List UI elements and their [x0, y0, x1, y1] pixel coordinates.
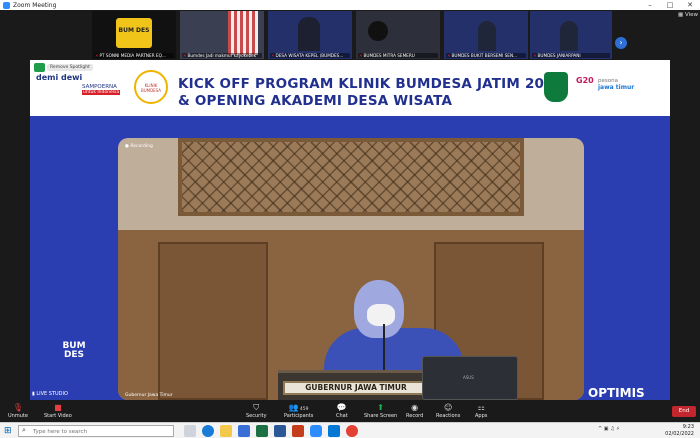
participant-name: BUMDES JANIARPANI [537, 53, 581, 58]
start-video-button[interactable]: ■ Start Video [44, 402, 72, 419]
mic-muted-icon: ✕ [447, 53, 451, 58]
mic-muted-icon: ✕ [359, 53, 363, 58]
search-icon: ⌕ [22, 426, 26, 434]
participant-tile[interactable]: ✕DESA WISATA KEPEL (BUMDES... [268, 11, 352, 59]
live-studio-label: ▮ LIVE STUDIO [32, 391, 68, 397]
video-label: ● Recording [125, 144, 153, 149]
participant-silhouette [478, 21, 496, 51]
store-icon[interactable] [238, 425, 250, 437]
zoom-app-icon [3, 1, 10, 9]
chrome-icon[interactable] [346, 425, 358, 437]
participant-avatar: BUM DES [116, 18, 152, 48]
spotlight-badge[interactable]: Remove Spotlight [34, 63, 93, 72]
laptop: ASUS [422, 356, 518, 400]
participant-tile[interactable]: BUM DES ✕PT SONNI MEDIA PARTNER EQ... [92, 11, 176, 59]
close-button[interactable]: ✕ [680, 1, 700, 9]
bumdes-logo: BUM DES [62, 341, 86, 360]
shield-icon: ⛉ [253, 403, 260, 412]
windows-taskbar: ⊞ ⌕ ^ ▣ ♫ ⚡ 9:23 02/02/2022 [0, 422, 700, 438]
reactions-icon: ☺ [443, 403, 453, 412]
participant-tile[interactable]: ✕BUMDES MITRA SEMERU [356, 11, 440, 59]
video-caption: Gubernur Jawa Timur [125, 393, 173, 398]
word-icon[interactable] [274, 425, 286, 437]
participants-icon: 👥 [288, 403, 299, 412]
participants-count: 459 [299, 407, 309, 412]
taskbar-search[interactable]: ⌕ [18, 425, 174, 437]
participant-strip: BUM DES ✕PT SONNI MEDIA PARTNER EQ... ✕B… [0, 10, 700, 60]
participant-name: PT SONNI MEDIA PARTNER EQ... [99, 53, 166, 58]
participant-tile[interactable]: ✕BUMDES JANIARPANI [530, 11, 612, 59]
mic-muted-icon: 🎙 [12, 403, 24, 412]
participant-tile[interactable]: ✕Bumdes Jadi makmur kayokebek [180, 11, 264, 59]
mic-muted-icon: ✕ [271, 53, 275, 58]
security-button[interactable]: ⛉ Security [246, 402, 267, 419]
wooden-lattice [178, 138, 524, 216]
meeting-toolbar: 🎙 Unmute ■ Start Video ⛉ Security 👥459 Parti… [0, 400, 700, 422]
apps-button[interactable]: ⚏ Apps [475, 402, 487, 419]
participant-name: DESA WISATA KEPEL (BUMDES... [275, 53, 344, 58]
file-explorer-icon[interactable] [220, 425, 232, 437]
participant-name: Bumdes Jadi makmur kayokebek [187, 53, 257, 58]
sampoerna-logo: SAMPOERNA untuk Indonesia [82, 84, 121, 95]
participant-tile[interactable]: ✕BUMDES BUKIT BERSEMI SEN... [444, 11, 528, 59]
jatim-crest-logo [544, 72, 568, 102]
spotlight-icon [34, 63, 45, 72]
zoom-taskbar-icon[interactable] [310, 425, 322, 437]
participant-name: BUMDES BUKIT BERSEMI SEN... [451, 53, 518, 58]
taskbar-clock[interactable]: 9:23 02/02/2022 [665, 424, 694, 437]
chat-button[interactable]: 💬 Chat [336, 402, 348, 419]
participant-silhouette [298, 17, 320, 51]
laptop-brand: ASUS [463, 375, 474, 380]
windows-start-icon[interactable]: ⊞ [4, 426, 14, 436]
powerpoint-icon[interactable] [292, 425, 304, 437]
mic-muted-icon: ✕ [95, 53, 99, 58]
unmute-button[interactable]: 🎙 Unmute [8, 402, 28, 419]
system-tray[interactable]: ^ ▣ ♫ ⚡ [598, 426, 620, 432]
participant-name: BUMDES MITRA SEMERU [363, 53, 415, 58]
video-off-icon: ■ [54, 403, 62, 412]
reactions-button[interactable]: ☺ Reactions [436, 402, 460, 419]
minimize-button[interactable]: – [640, 1, 660, 9]
flag-background [228, 11, 258, 55]
g20-logo: G20 [576, 76, 594, 85]
shared-screen: Remove Spotlight demi dewi SAMPOERNA unt… [30, 60, 670, 400]
klinik-bumdesa-logo: KLINIK BUMDESA [134, 70, 168, 104]
podium-sign: GUBERNUR JAWA TIMUR [283, 381, 429, 395]
excel-icon[interactable] [256, 425, 268, 437]
chat-icon: 💬 [336, 403, 347, 412]
mic-muted-icon: ✕ [533, 53, 537, 58]
participants-button[interactable]: 👥459 Participants [284, 402, 313, 419]
view-button[interactable]: ▦ View [678, 12, 698, 18]
banner-title-line2: & OPENING AKADEMI DESA WISATA [178, 93, 453, 109]
banner-title-line1: KICK OFF PROGRAM KLINIK BUMDESA JATIM 20… [178, 76, 564, 92]
record-button[interactable]: ◉ Record [406, 402, 423, 419]
record-icon: ◉ [411, 403, 419, 412]
window-title: Zoom Meeting [13, 1, 57, 9]
search-input[interactable] [33, 427, 171, 436]
participant-silhouette [560, 21, 578, 51]
event-banner: Remove Spotlight demi dewi SAMPOERNA unt… [30, 60, 670, 116]
speaker-video: ● Recording GUBERNUR JAWA TIMUR ASUS Gub… [118, 138, 584, 400]
wood-panel [158, 242, 268, 400]
edge-icon[interactable] [202, 425, 214, 437]
task-view-icon[interactable] [184, 425, 196, 437]
optimis-text: OPTIMIS [588, 386, 645, 400]
share-screen-button[interactable]: ⬆ Share Screen [364, 402, 397, 419]
mail-icon[interactable] [328, 425, 340, 437]
zoom-window: Zoom Meeting – □ ✕ BUM DES ✕PT SONNI MED… [0, 0, 700, 438]
window-controls: – □ ✕ [640, 1, 700, 9]
mic-muted-icon: ✕ [183, 53, 187, 58]
apps-icon: ⚏ [477, 403, 485, 412]
speaker-mask [367, 304, 395, 326]
clock-date: 02/02/2022 [665, 430, 694, 437]
end-meeting-button[interactable]: End [672, 406, 696, 417]
maximize-button[interactable]: □ [660, 1, 680, 9]
share-screen-icon: ⬆ [377, 403, 384, 412]
pesona-jawa-timur-logo: pesona jawa timur [598, 78, 635, 91]
next-page-arrow-icon[interactable]: › [615, 37, 627, 49]
title-bar: Zoom Meeting – □ ✕ [0, 0, 700, 10]
participant-silhouette [368, 21, 388, 41]
demi-dewi-logo: demi dewi [36, 73, 83, 82]
grid-icon: ▦ [677, 12, 685, 18]
